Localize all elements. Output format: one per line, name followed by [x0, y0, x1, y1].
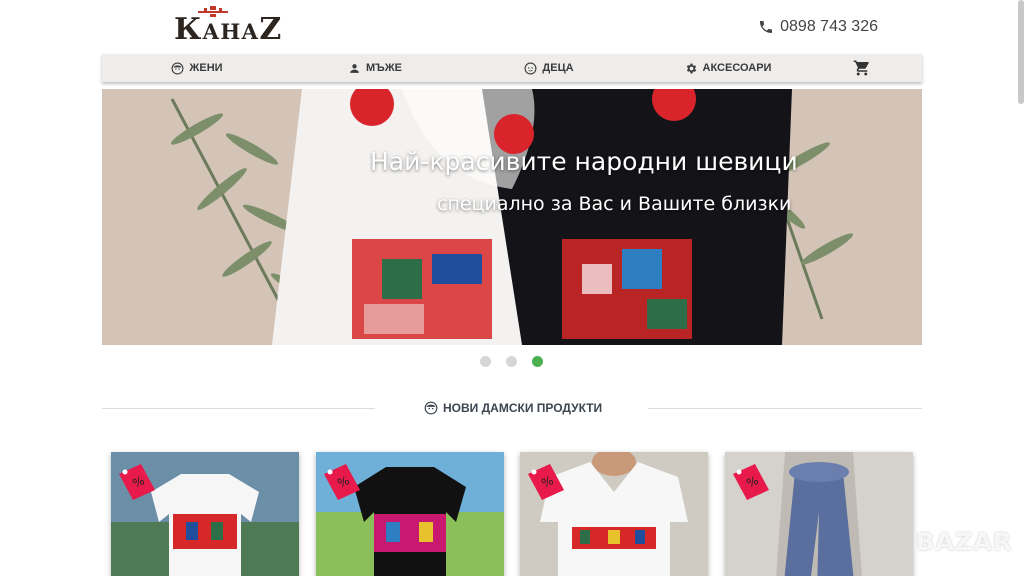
hero-image: [102, 89, 922, 345]
nav-label: ЖЕНИ: [189, 62, 223, 74]
page: КанаZ 0898 743 326 ЖЕНИ МЪЖЕ ДЕЦА АКСЕСО…: [0, 0, 1024, 576]
woman-face-icon: [424, 401, 438, 415]
product-card[interactable]: %: [520, 452, 708, 576]
divider: [102, 408, 375, 409]
product-card[interactable]: %: [725, 452, 913, 576]
slider-dot-active[interactable]: [532, 356, 543, 367]
gear-icon: [686, 63, 696, 73]
phone-icon: [760, 21, 773, 33]
section-title-text: НОВИ ДАМСКИ ПРОДУКТИ: [443, 401, 603, 415]
nav-label: ДЕЦА: [542, 62, 574, 74]
divider: [648, 408, 922, 409]
woman-face-icon: [171, 62, 184, 74]
hero-title: Най-красивите народни шевици: [370, 147, 798, 176]
scrollbar[interactable]: [1018, 0, 1024, 104]
product-image: %: [316, 452, 504, 576]
product-image: %: [725, 452, 913, 576]
phone-number: 0898 743 326: [780, 18, 878, 35]
hero-subtitle: специално за Вас и Вашите близки: [437, 193, 792, 215]
watermark: BAZAR: [916, 528, 1013, 556]
nav-label: АКСЕСОАРИ: [702, 62, 772, 74]
cart-icon[interactable]: [852, 59, 872, 77]
main-nav: ЖЕНИ МЪЖЕ ДЕЦА АКСЕСОАРИ: [102, 54, 922, 82]
nav-label: МЪЖЕ: [365, 62, 402, 74]
slider-dot[interactable]: [506, 356, 517, 367]
nav-item-women[interactable]: ЖЕНИ: [162, 54, 232, 82]
slider-dots: [480, 356, 543, 367]
product-card[interactable]: %: [111, 452, 299, 576]
hero-slider[interactable]: Най-красивите народни шевици специално з…: [102, 89, 922, 345]
nav-item-men[interactable]: МЪЖЕ: [340, 54, 410, 82]
child-face-icon: [524, 62, 537, 74]
section-title: НОВИ ДАМСКИ ПРОДУКТИ: [424, 401, 602, 415]
logo-text: КанаZ: [174, 12, 283, 47]
phone-contact[interactable]: 0898 743 326: [758, 18, 878, 36]
product-card[interactable]: %: [316, 452, 504, 576]
nav-item-accessories[interactable]: АКСЕСОАРИ: [678, 54, 778, 82]
product-image: %: [111, 452, 299, 576]
product-image: %: [520, 452, 708, 576]
nav-item-kids[interactable]: ДЕЦА: [514, 54, 584, 82]
person-icon: [350, 63, 359, 73]
logo[interactable]: КанаZ: [174, 4, 281, 52]
slider-dot[interactable]: [480, 356, 491, 367]
